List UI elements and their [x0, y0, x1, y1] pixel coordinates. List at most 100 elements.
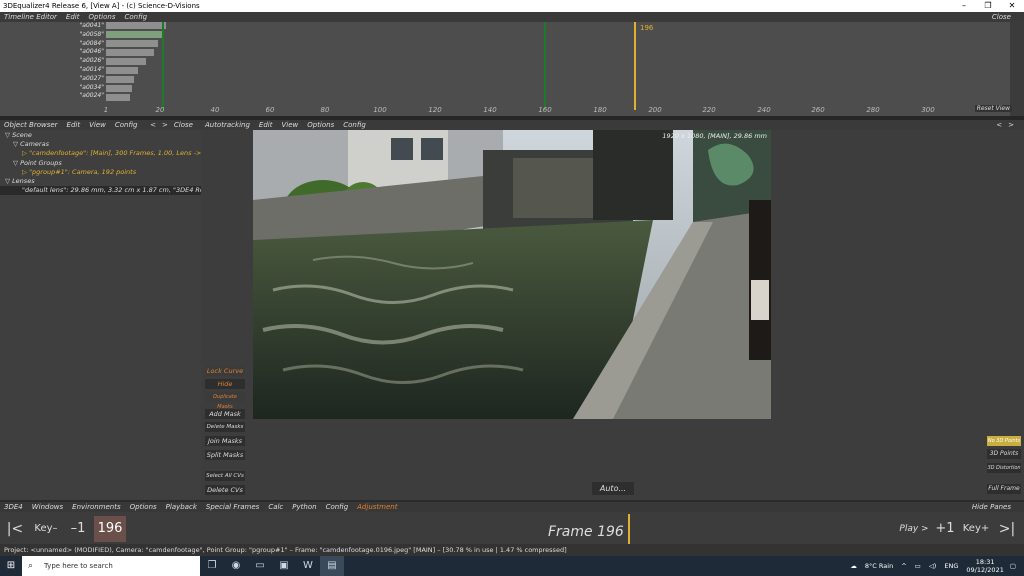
tree-item-scene[interactable]: ▽ Scene	[0, 131, 201, 140]
photos-icon[interactable]: ▣	[272, 556, 296, 576]
menu-viewer-edit[interactable]: Edit	[259, 120, 273, 130]
menu-adjustment[interactable]: Adjustment	[357, 502, 397, 512]
minimize-button[interactable]: –	[952, 0, 976, 12]
point-name[interactable]: "a0026"	[60, 57, 104, 66]
tree-item-lens[interactable]: "default lens": 29.86 mm, 3.32 cm x 1.87…	[0, 186, 201, 196]
menu-ob-view[interactable]: View	[89, 120, 106, 130]
next-key-button[interactable]: Key+	[960, 516, 992, 542]
point-name[interactable]: "a0014"	[60, 66, 104, 75]
point-name[interactable]: "a0034"	[60, 84, 104, 93]
windows-start-icon[interactable]: ⊞	[0, 556, 22, 576]
menu-config[interactable]: Config	[326, 502, 349, 512]
ruler-tick: 280	[866, 106, 880, 114]
edge-icon[interactable]: ◉	[224, 556, 248, 576]
full-frame-button[interactable]: Full Frame	[987, 484, 1021, 494]
language-icon[interactable]: ENG	[944, 562, 958, 570]
task-view-icon[interactable]: ❐	[200, 556, 224, 576]
menu-viewer-options[interactable]: Options	[307, 120, 334, 130]
plus-one-button[interactable]: +1	[932, 516, 958, 542]
hide-button[interactable]: Hide	[205, 379, 245, 389]
menu-ob-edit[interactable]: Edit	[67, 120, 81, 130]
network-icon[interactable]: ▭	[915, 562, 921, 570]
point-name[interactable]: "a0084"	[60, 40, 104, 49]
prev-key-button[interactable]: Key–	[30, 516, 62, 542]
tree-item-lenses[interactable]: ▽ Lenses	[0, 177, 201, 186]
point-name[interactable]: "a0041"	[60, 22, 104, 31]
timeline-scrollbar[interactable]	[1010, 22, 1024, 116]
maximize-button[interactable]: ❐	[976, 0, 1000, 12]
weather-icon[interactable]: ☁	[850, 562, 857, 570]
taskbar-clock[interactable]: 18:31 09/12/2021	[966, 558, 1003, 574]
frame-number-field[interactable]: 196	[94, 516, 126, 542]
tree-item-point-groups[interactable]: ▽ Point Groups	[0, 159, 201, 168]
menu-windows[interactable]: Windows	[32, 502, 63, 512]
timeline-editor[interactable]: "a0041" "a0058" "a0084" "a0046" "a0026" …	[0, 22, 1024, 116]
add-mask-button[interactable]: Add Mask	[205, 409, 245, 419]
taskbar-search[interactable]: ⌕ Type here to search	[22, 556, 200, 576]
delete-cvs-button[interactable]: Delete CVs	[205, 485, 245, 495]
reset-view-button[interactable]: Reset View	[974, 105, 1012, 112]
menu-autotracking[interactable]: Autotracking	[205, 120, 250, 130]
weather-text[interactable]: 8°C Rain	[865, 562, 893, 570]
ruler-tick: 80	[320, 106, 330, 114]
ruler-tick: 40	[210, 106, 220, 114]
volume-icon[interactable]: ◁)	[929, 562, 937, 570]
menu-viewer-view[interactable]: View	[281, 120, 298, 130]
folder-icon[interactable]: ▭	[248, 556, 272, 576]
point-name[interactable]: "a0024"	[60, 92, 104, 101]
point-name[interactable]: "a0046"	[60, 48, 104, 57]
tree-item-camera[interactable]: ▷ "camdenfootage": [Main], 300 Frames, 1…	[0, 149, 201, 158]
frame-slider-marker[interactable]	[628, 514, 630, 544]
ob-next-button[interactable]: >	[162, 120, 168, 130]
play-button[interactable]: Play >	[896, 516, 932, 542]
3d-points-button[interactable]: 3D Points	[987, 449, 1021, 459]
menu-playback[interactable]: Playback	[166, 502, 197, 512]
menu-environments[interactable]: Environments	[72, 502, 121, 512]
join-masks-button[interactable]: Join Masks	[205, 436, 245, 446]
menu-viewer-config[interactable]: Config	[343, 120, 366, 130]
first-frame-button[interactable]: |<	[4, 516, 26, 542]
ruler-tick: 20	[155, 106, 165, 114]
delete-masks-button[interactable]: Delete Masks	[205, 422, 245, 432]
tray-chevron-icon[interactable]: ^	[901, 562, 906, 570]
auto-button[interactable]: Auto...	[592, 482, 634, 495]
lock-curve-button[interactable]: Lock Curve	[205, 366, 245, 376]
hide-panes-button[interactable]: Hide Panes	[972, 502, 1011, 512]
footage-viewport[interactable]: 1920 x 1080, [MAIN], 29.86 mm	[253, 130, 771, 419]
menu-calc[interactable]: Calc	[268, 502, 283, 512]
menu-timeline-editor[interactable]: Timeline Editor	[4, 12, 57, 22]
ob-close-button[interactable]: Close	[174, 120, 193, 130]
point-name[interactable]: "a0027"	[60, 75, 104, 84]
duplicate-masks-button[interactable]: Duplicate Masks	[205, 392, 245, 410]
menu-3de4[interactable]: 3DE4	[4, 502, 23, 512]
split-masks-button[interactable]: Split Masks	[205, 450, 245, 460]
menu-ob-config[interactable]: Config	[115, 120, 138, 130]
last-frame-button[interactable]: >|	[996, 516, 1018, 542]
timeline-point-list: "a0041" "a0058" "a0084" "a0046" "a0026" …	[60, 22, 104, 101]
no-3d-points-button[interactable]: No 3D Points	[987, 436, 1021, 446]
timeline-current-frame-line[interactable]	[634, 22, 636, 110]
tree-item-point-group[interactable]: ▷ "pgroup#1": Camera, 192 points	[0, 168, 201, 177]
notification-icon[interactable]: ▢	[1010, 562, 1016, 570]
3dequalizer-icon[interactable]: ▤	[320, 556, 344, 576]
timeline-close-button[interactable]: Close	[992, 12, 1011, 22]
viewer-prev-button[interactable]: <	[996, 120, 1002, 130]
select-all-cvs-button[interactable]: Select All CVs	[205, 471, 245, 481]
menu-object-browser[interactable]: Object Browser	[4, 120, 58, 130]
tree-item-cameras[interactable]: ▽ Cameras	[0, 140, 201, 149]
word-icon[interactable]: W	[296, 556, 320, 576]
ob-prev-button[interactable]: <	[150, 120, 156, 130]
menu-options[interactable]: Options	[130, 502, 157, 512]
menu-timeline-config[interactable]: Config	[125, 12, 148, 22]
viewer-next-button[interactable]: >	[1008, 120, 1014, 130]
close-button[interactable]: ✕	[1000, 0, 1024, 12]
menu-timeline-edit[interactable]: Edit	[66, 12, 80, 22]
timeline-frame-label: 196	[640, 24, 654, 32]
minus-one-button[interactable]: –1	[64, 516, 92, 542]
menu-special-frames[interactable]: Special Frames	[206, 502, 259, 512]
point-name[interactable]: "a0058"	[60, 31, 104, 40]
menu-python[interactable]: Python	[292, 502, 316, 512]
3d-distortion-button[interactable]: 3D Distortion	[987, 463, 1021, 473]
menu-timeline-options[interactable]: Options	[88, 12, 115, 22]
search-placeholder: Type here to search	[44, 562, 113, 570]
